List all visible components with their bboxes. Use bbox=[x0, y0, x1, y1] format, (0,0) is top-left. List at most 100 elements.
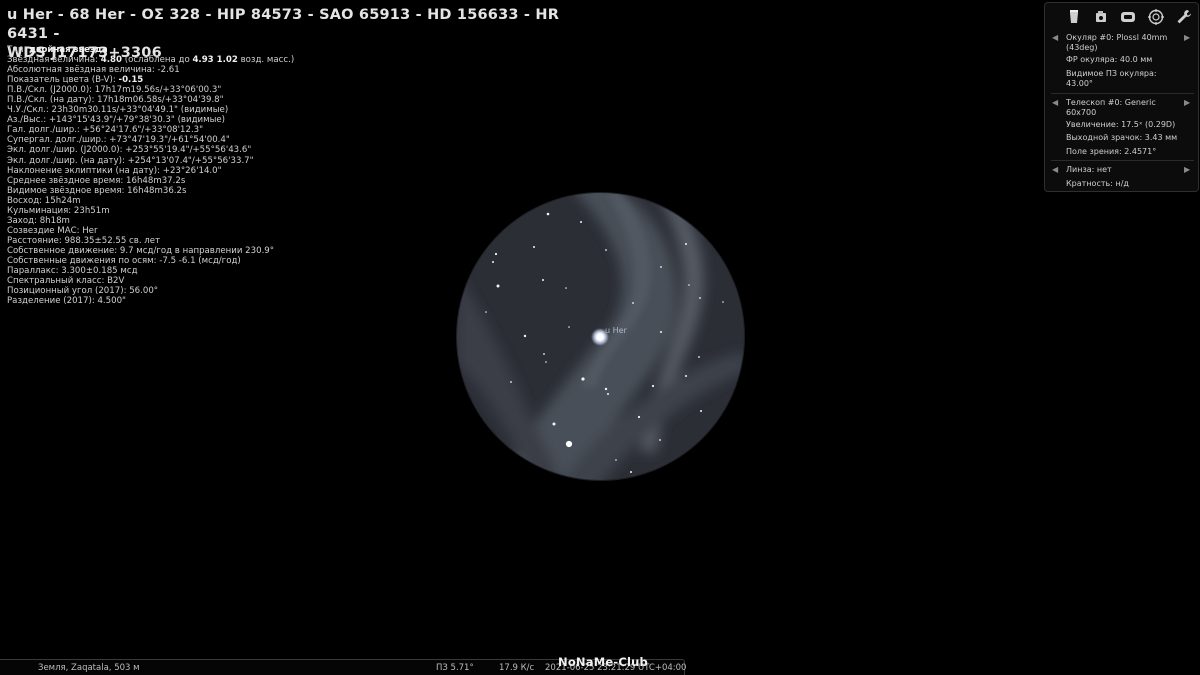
info-line-label: Тип: bbox=[7, 45, 30, 55]
target-star-label: u Her bbox=[605, 326, 628, 335]
telescope-name: Телескоп #0: Generic 60x700 bbox=[1066, 98, 1156, 117]
info-line: Спектральный класс: B2V bbox=[7, 276, 467, 286]
info-line-label: Звёздная величина: bbox=[7, 55, 101, 66]
next-lens-button[interactable]: ▶ bbox=[1184, 165, 1190, 174]
fov-label: ПЗ 5.71° bbox=[436, 663, 474, 673]
telescope-icon[interactable] bbox=[1119, 8, 1137, 26]
divider bbox=[1051, 93, 1194, 94]
info-line: Тип: двойная звезда bbox=[7, 45, 467, 55]
info-line: Экл. долг./шир. (на дату): +254°13'07.4"… bbox=[7, 156, 467, 166]
info-line-label: Наклонение эклиптики (на дату): +23°26'1… bbox=[7, 165, 222, 176]
info-line: П.В./Скл. (на дату): 17h18m06.58s/+33°04… bbox=[7, 95, 467, 105]
star bbox=[651, 384, 655, 388]
info-line-label: Экл. долг./шир. (на дату): +254°13'07.4"… bbox=[7, 155, 254, 166]
location-label[interactable]: Земля, Zaqatala, 503 м bbox=[38, 663, 140, 673]
sensor-icon[interactable] bbox=[1092, 8, 1110, 26]
star bbox=[568, 326, 570, 328]
star bbox=[492, 261, 494, 263]
ocular-apparent-fov: Видимое ПЗ окуляра: 43.00° bbox=[1066, 69, 1157, 88]
info-line-label: Кульминация: 23h51m bbox=[7, 205, 110, 216]
next-telescope-button[interactable]: ▶ bbox=[1184, 98, 1190, 107]
field-of-view: Поле зрения: 2.4571° bbox=[1066, 147, 1157, 156]
info-line-label: Показатель цвета (B-V): bbox=[7, 75, 119, 86]
info-line: Кульминация: 23h51m bbox=[7, 206, 467, 216]
info-line-label: Собственные движения по осям: -7.5 -6.1 … bbox=[7, 255, 241, 266]
info-line-label: Видимое звёздное время: 16h48m36.2s bbox=[7, 185, 187, 196]
ocular-field-of-view[interactable]: u Her bbox=[456, 192, 745, 481]
info-line: Супергал. долг./шир.: +73°47'19.3"/+61°5… bbox=[7, 135, 467, 145]
info-line: Ч.У./Скл.: 23h30m30.11s/+33°04'49.1" (ви… bbox=[7, 105, 467, 115]
ocular-icon[interactable] bbox=[1065, 8, 1083, 26]
info-line: Восход: 15h24m bbox=[7, 196, 467, 206]
info-line: Расстояние: 988.35±52.55 св. лет bbox=[7, 236, 467, 246]
next-ocular-button[interactable]: ▶ bbox=[1184, 33, 1190, 42]
star bbox=[496, 284, 500, 288]
magnification: Увеличение: 17.5ˣ (0.29D) bbox=[1066, 120, 1176, 129]
info-line: Собственные движения по осям: -7.5 -6.1 … bbox=[7, 256, 467, 266]
star bbox=[523, 334, 527, 338]
ocular-focal-length: ФР окуляра: 40.0 мм bbox=[1066, 55, 1153, 64]
star bbox=[688, 284, 690, 286]
info-line: П.В./Скл. (J2000.0): 17h17m19.56s/+33°06… bbox=[7, 85, 467, 95]
star bbox=[545, 361, 547, 363]
star bbox=[485, 311, 487, 313]
object-info-list: Тип: двойная звезда Звёздная величина: 4.… bbox=[7, 45, 467, 306]
oculars-toolbar bbox=[1045, 3, 1198, 31]
wrench-icon[interactable] bbox=[1175, 8, 1193, 26]
info-line: Экл. долг./шир. (J2000.0): +253°55'19.4"… bbox=[7, 145, 467, 155]
lens-multiplicity: Кратность: н/д bbox=[1066, 179, 1129, 188]
star bbox=[604, 387, 608, 391]
info-line-label: Созвездие МАС: Her bbox=[7, 225, 98, 236]
info-line: Параллакс: 3.300±0.185 мсд bbox=[7, 266, 467, 276]
star bbox=[546, 212, 550, 216]
prev-telescope-button[interactable]: ◀ bbox=[1052, 98, 1058, 107]
info-line-label: Ч.У./Скл.: 23h30m30.11s/+33°04'49.1" (ви… bbox=[7, 105, 229, 116]
object-title-line1: u Her - 68 Her - ΟΣ 328 - HIP 84573 - SA… bbox=[7, 7, 560, 42]
bright-star bbox=[565, 440, 573, 448]
info-line: Абсолютная звёздная величина: -2.61 bbox=[7, 65, 467, 75]
info-line: Гал. долг./шир.: +56°24'17.6"/+33°08'12.… bbox=[7, 125, 467, 135]
star bbox=[542, 279, 544, 281]
info-line-bold: 4.80 bbox=[100, 55, 122, 66]
info-line-label: Собственное движение: 9.7 мсд/год в напр… bbox=[7, 245, 275, 256]
info-line-rest: (ослаблена до bbox=[121, 55, 193, 66]
info-line: Разделение (2017): 4.500" bbox=[7, 296, 467, 306]
info-line-label: Расстояние: 988.35±52.55 св. лет bbox=[7, 235, 161, 246]
info-line-label: Среднее звёздное время: 16h48m37.2s bbox=[7, 175, 186, 186]
info-line: Наклонение эклиптики (на дату): +23°26'1… bbox=[7, 166, 467, 176]
star bbox=[565, 287, 567, 289]
info-line: Показатель цвета (B-V): -0.15 bbox=[7, 75, 467, 85]
info-line-label: Заход: 8h18m bbox=[7, 215, 70, 226]
star bbox=[723, 244, 725, 246]
info-line-label: П.В./Скл. (J2000.0): 17h17m19.56s/+33°06… bbox=[7, 85, 222, 96]
star bbox=[659, 439, 661, 441]
star bbox=[543, 353, 545, 355]
star bbox=[580, 221, 582, 223]
info-line-label: Супергал. долг./шир.: +73°47'19.3"/+61°5… bbox=[7, 135, 230, 146]
prev-lens-button[interactable]: ◀ bbox=[1052, 165, 1058, 174]
star bbox=[700, 410, 702, 412]
info-line: Аз./Выс.: +143°15'43.9"/+79°38'30.3" (ви… bbox=[7, 115, 467, 125]
info-line: Среднее звёздное время: 16h48m37.2s bbox=[7, 176, 467, 186]
star bbox=[607, 393, 609, 395]
info-line-rest2: возд. масс.) bbox=[237, 55, 295, 66]
info-line-label: Гал. долг./шир.: +56°24'17.6"/+33°08'12.… bbox=[7, 125, 204, 136]
info-line-label: Экл. долг./шир. (J2000.0): +253°55'19.4"… bbox=[7, 145, 252, 156]
divider bbox=[1051, 160, 1194, 161]
crosshair-icon[interactable] bbox=[1147, 8, 1165, 26]
info-line-label: Восход: 15h24m bbox=[7, 195, 81, 206]
exit-pupil: Выходной зрачок: 3.43 мм bbox=[1066, 133, 1178, 142]
star bbox=[494, 252, 498, 256]
star bbox=[660, 331, 662, 333]
info-line-label: Спектральный класс: B2V bbox=[7, 276, 125, 287]
star bbox=[637, 415, 641, 419]
prev-ocular-button[interactable]: ◀ bbox=[1052, 33, 1058, 42]
star bbox=[552, 422, 556, 426]
star bbox=[660, 266, 662, 268]
info-line: Заход: 8h18m bbox=[7, 216, 467, 226]
info-line: Собственное движение: 9.7 мсд/год в напр… bbox=[7, 246, 467, 256]
info-line-label: Параллакс: 3.300±0.185 мсд bbox=[7, 266, 138, 277]
info-line: Звёздная величина: 4.80 (ослаблена до 4.… bbox=[7, 55, 467, 65]
star bbox=[630, 471, 632, 473]
star bbox=[510, 381, 512, 383]
